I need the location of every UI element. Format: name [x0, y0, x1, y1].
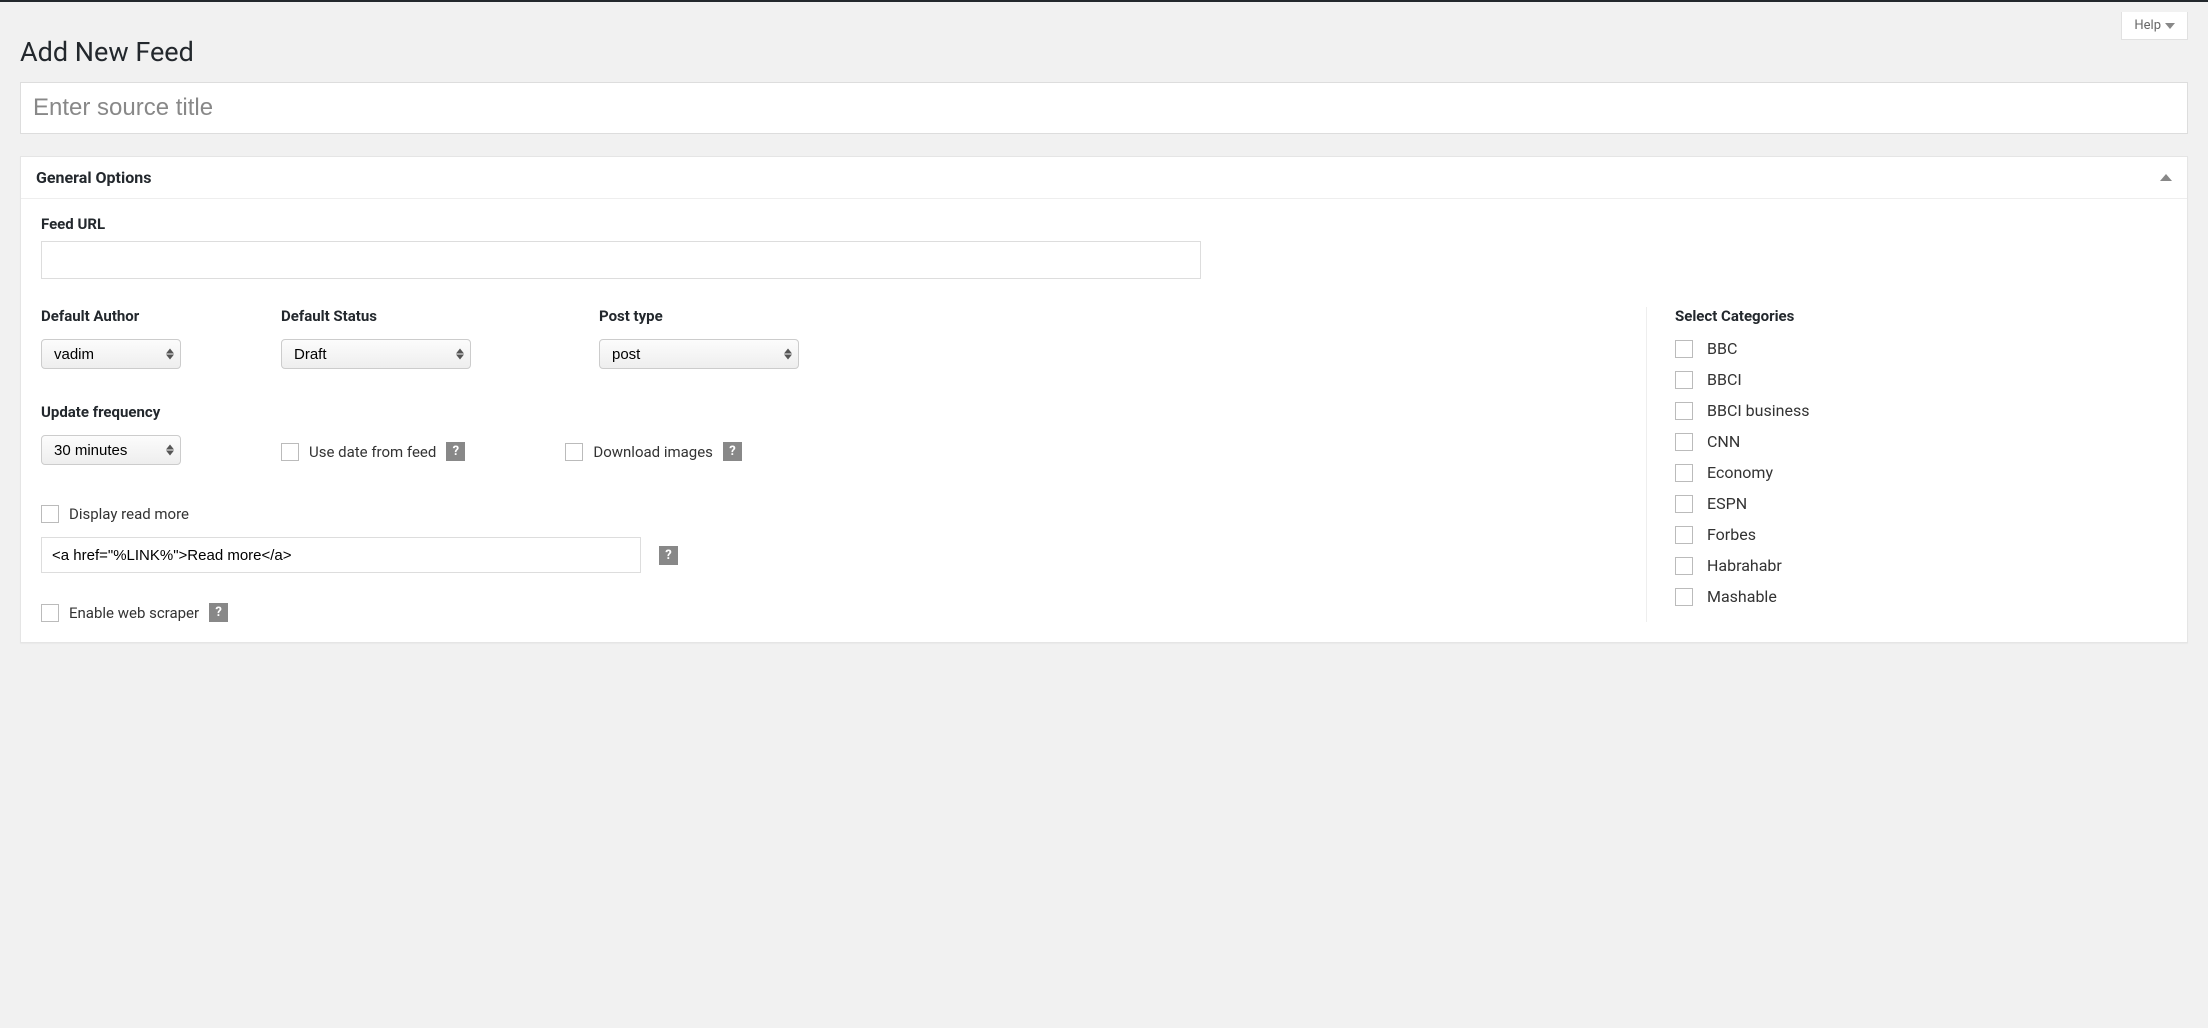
help-icon[interactable]: ? [723, 442, 742, 461]
category-label: BBCI business [1707, 401, 1809, 420]
category-item: ESPN [1675, 494, 2167, 513]
update-frequency-select[interactable]: 30 minutes [41, 435, 181, 465]
enable-web-scraper-checkbox[interactable] [41, 604, 59, 622]
update-frequency-label: Update frequency [41, 403, 221, 421]
category-item: CNN [1675, 432, 2167, 451]
default-status-label: Default Status [281, 307, 471, 325]
source-title-input[interactable] [20, 82, 2188, 134]
post-type-select[interactable]: post [599, 339, 799, 369]
category-item: BBCI business [1675, 401, 2167, 420]
default-author-label: Default Author [41, 307, 221, 325]
category-label: ESPN [1707, 494, 1747, 513]
use-date-from-feed-label: Use date from feed [309, 443, 436, 461]
select-categories-label: Select Categories [1675, 307, 2167, 325]
category-checkbox[interactable] [1675, 526, 1693, 544]
category-checkbox[interactable] [1675, 433, 1693, 451]
categories-list: BBC BBCI BBCI business CNN [1675, 339, 2167, 606]
category-label: BBCI [1707, 370, 1742, 389]
download-images-checkbox[interactable] [565, 443, 583, 461]
chevron-down-icon [2165, 23, 2175, 29]
category-item: BBC [1675, 339, 2167, 358]
category-item: Economy [1675, 463, 2167, 482]
category-checkbox[interactable] [1675, 588, 1693, 606]
category-label: Mashable [1707, 587, 1777, 606]
use-date-from-feed-checkbox[interactable] [281, 443, 299, 461]
category-label: Economy [1707, 463, 1773, 482]
general-options-panel: General Options Feed URL Default Author … [20, 156, 2188, 643]
category-label: Forbes [1707, 525, 1756, 544]
help-icon[interactable]: ? [446, 442, 465, 461]
help-tab[interactable]: Help [2121, 12, 2188, 40]
default-status-select[interactable]: Draft [281, 339, 471, 369]
collapse-toggle-icon[interactable] [2160, 174, 2172, 181]
category-checkbox[interactable] [1675, 340, 1693, 358]
help-icon[interactable]: ? [659, 546, 678, 565]
read-more-template-input[interactable] [41, 537, 641, 573]
display-read-more-label: Display read more [69, 505, 189, 523]
category-item: Mashable [1675, 587, 2167, 606]
category-checkbox[interactable] [1675, 557, 1693, 575]
category-label: Habrahabr [1707, 556, 1782, 575]
category-item: Habrahabr [1675, 556, 2167, 575]
enable-web-scraper-label: Enable web scraper [69, 604, 199, 622]
category-item: BBCI [1675, 370, 2167, 389]
category-label: BBC [1707, 339, 1737, 358]
feed-url-input[interactable] [41, 241, 1201, 279]
category-checkbox[interactable] [1675, 464, 1693, 482]
post-type-label: Post type [599, 307, 799, 325]
help-icon[interactable]: ? [209, 603, 228, 622]
category-item: Forbes [1675, 525, 2167, 544]
feed-url-label: Feed URL [41, 215, 2167, 233]
default-author-select[interactable]: vadim [41, 339, 181, 369]
category-checkbox[interactable] [1675, 371, 1693, 389]
display-read-more-checkbox[interactable] [41, 505, 59, 523]
category-checkbox[interactable] [1675, 495, 1693, 513]
category-checkbox[interactable] [1675, 402, 1693, 420]
download-images-label: Download images [593, 443, 713, 461]
panel-title: General Options [36, 168, 151, 187]
help-label: Help [2134, 18, 2161, 33]
category-label: CNN [1707, 432, 1740, 451]
page-title: Add New Feed [20, 36, 2188, 82]
